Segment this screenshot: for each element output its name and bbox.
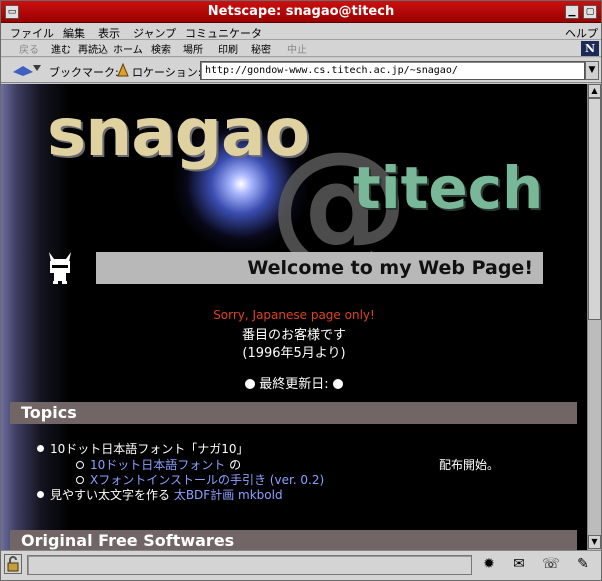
menu-bar: ファイル 編集 表示 ジャンプ コミュニケータ ヘルプ: [1, 23, 601, 40]
counter-since-text: (1996年5月より): [242, 346, 346, 361]
security-lock-icon[interactable]: [4, 554, 22, 574]
last-updated: 最終更新日:: [1, 373, 587, 392]
scroll-thumb[interactable]: [588, 98, 601, 320]
topic-sub-suffix: の: [225, 458, 242, 472]
distribution-note: 配布開始。: [439, 458, 500, 472]
version-text: (ver. 0.2): [265, 473, 325, 487]
software-heading: Original Free Softwares: [10, 530, 577, 550]
menu-view[interactable]: 表示: [98, 25, 120, 41]
topic-item-text: 10ドット日本語フォント「ナガ10」: [50, 442, 249, 456]
topic-item-text: 見やすい太文字を作る: [50, 488, 174, 502]
font-install-guide-link[interactable]: Xフォントインストールの手引き: [90, 473, 266, 487]
menu-communicator[interactable]: コミュニケータ: [185, 25, 262, 41]
page-content: @ snagao titech Welcome to my Web Page! …: [1, 84, 587, 550]
counter-image-icon: [245, 379, 256, 389]
navigator-component-icon[interactable]: ✹: [479, 555, 499, 573]
welcome-banner: Welcome to my Web Page!: [96, 252, 543, 284]
scroll-up-icon[interactable]: ▲: [588, 84, 601, 98]
visitor-counter-text: 番目のお客様です: [241, 328, 346, 343]
page-proxy-icon[interactable]: [115, 62, 131, 79]
mkbold-link[interactable]: 太BDF計画 mkbold: [174, 488, 283, 502]
circle-bullet-icon: [76, 461, 84, 469]
title-bar[interactable]: ▭ Netscape: snagao@titech ▁ ▢: [1, 1, 601, 23]
date-image-icon: [332, 379, 343, 389]
menu-help[interactable]: ヘルプ: [565, 25, 598, 41]
list-item: 見やすい太文字を作る 太BDF計画 mkbold: [37, 486, 283, 503]
browser-window: ▭ Netscape: snagao@titech ▁ ▢ ファイル 編集 表示…: [0, 0, 602, 581]
logo-snagao: snagao: [47, 94, 310, 171]
last-updated-label: 最終更新日:: [259, 377, 329, 392]
maximize-icon[interactable]: ▢: [583, 5, 597, 19]
vertical-scrollbar[interactable]: ▲ ▼: [587, 84, 601, 550]
toolbar: 戻る 進む 再読込 ホーム 検索 場所 印刷 秘密 中止 N: [1, 40, 601, 57]
bullet-icon: [37, 445, 44, 452]
search-button[interactable]: 検索: [151, 41, 171, 56]
composer-component-icon[interactable]: ✎: [573, 555, 593, 573]
bookmarks-label[interactable]: ブックマーク:: [49, 64, 119, 80]
stop-button[interactable]: 中止: [287, 41, 307, 56]
guide-button[interactable]: 場所: [183, 41, 203, 56]
bookmark-icon[interactable]: [11, 62, 43, 79]
menu-go[interactable]: ジャンプ: [133, 25, 176, 41]
back-button[interactable]: 戻る: [19, 41, 39, 56]
window-title: Netscape: snagao@titech: [207, 4, 395, 19]
location-bar: ブックマーク: ロケーション: http://gondow-www.cs.tit…: [1, 58, 601, 83]
status-message: [27, 555, 472, 575]
mascot-icon: [49, 252, 71, 284]
menu-edit[interactable]: 編集: [63, 25, 85, 41]
print-button[interactable]: 印刷: [218, 41, 238, 56]
discussion-component-icon[interactable]: ☏: [541, 555, 561, 573]
scroll-down-icon[interactable]: ▼: [588, 535, 601, 549]
home-button[interactable]: ホーム: [113, 41, 143, 56]
reload-button[interactable]: 再読込: [78, 41, 108, 56]
menu-file[interactable]: ファイル: [10, 25, 54, 41]
netscape-logo-icon[interactable]: N: [581, 41, 599, 56]
japanese-only-notice: Sorry, Japanese page only!: [213, 308, 375, 322]
forward-button[interactable]: 進む: [51, 41, 71, 56]
list-item: 10ドット日本語フォント「ナガ10」: [37, 440, 249, 457]
security-button[interactable]: 秘密: [251, 41, 271, 56]
bullet-icon: [37, 491, 44, 498]
minimize-icon[interactable]: ▁: [565, 5, 579, 19]
font-download-link[interactable]: 10ドット日本語フォント: [90, 458, 225, 472]
topics-heading: Topics: [10, 402, 577, 424]
mail-component-icon[interactable]: ✉: [509, 555, 529, 573]
circle-bullet-icon: [76, 476, 84, 484]
status-bar: ✹ ✉ ☏ ✎: [1, 550, 601, 580]
url-dropdown-icon[interactable]: ▼: [585, 61, 599, 80]
location-label: ロケーション:: [132, 66, 202, 79]
url-input[interactable]: http://gondow-www.cs.titech.ac.jp/~snaga…: [200, 61, 585, 80]
logo-titech: titech: [353, 154, 544, 222]
